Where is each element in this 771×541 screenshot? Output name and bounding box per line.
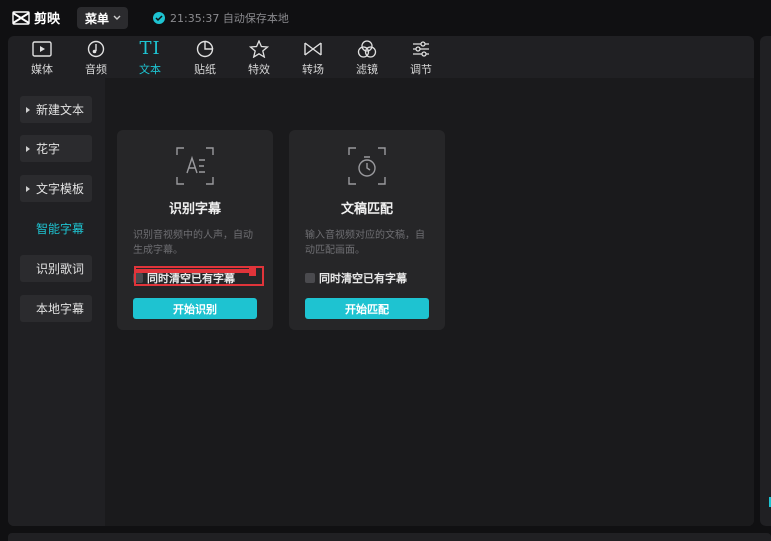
- menu-button[interactable]: 菜单: [77, 7, 128, 29]
- smart-subtitle-content: 识别字幕 识别音视频中的人声，自动生成字幕。 同时清空已有字幕 开始识别 文稿匹…: [105, 78, 754, 526]
- sidebar-item-recognize-lyrics[interactable]: 识别歌词: [20, 255, 92, 282]
- expand-arrow-icon: [26, 106, 30, 113]
- autosave-status: 21:35:37 自动保存本地: [153, 10, 289, 26]
- filter-icon: [357, 40, 377, 58]
- card-title: 文稿匹配: [340, 202, 393, 217]
- chevron-down-icon: [113, 15, 121, 20]
- card-description: 识别音视频中的人声，自动生成字幕。: [133, 230, 253, 256]
- option-label: 同时清空已有字幕: [319, 272, 407, 285]
- text-sidebar: 新建文本 花字 文字模板 智能字幕 识别歌词 本地字幕: [8, 78, 106, 526]
- tab-filter[interactable]: 滤镜: [341, 38, 393, 78]
- sidebar-item-label: 本地字幕: [36, 302, 85, 316]
- tab-effects[interactable]: 特效: [233, 38, 285, 78]
- effects-icon: [249, 40, 269, 58]
- sidebar-item-label: 文字模板: [36, 182, 85, 196]
- tab-audio[interactable]: 音频: [70, 38, 122, 78]
- checkbox[interactable]: [305, 273, 315, 283]
- transition-icon: [304, 42, 322, 56]
- card-title: 识别字幕: [168, 202, 221, 217]
- annotation-highlight-box: [134, 266, 264, 286]
- clear-existing-option[interactable]: 同时清空已有字幕: [305, 270, 407, 286]
- tab-text[interactable]: TI 文本: [124, 38, 176, 78]
- tab-transition-label: 转场: [302, 63, 324, 76]
- sticker-icon: [196, 40, 214, 58]
- adjust-icon: [413, 41, 429, 57]
- capcut-logo-icon: [12, 10, 30, 25]
- tab-sticker-label: 贴纸: [194, 63, 216, 76]
- sidebar-item-smart-subtitle[interactable]: 智能字幕: [20, 215, 92, 242]
- check-circle-icon: [153, 12, 165, 24]
- app-name: 剪映: [34, 12, 61, 27]
- menu-label: 菜单: [85, 11, 110, 26]
- tab-audio-label: 音频: [85, 63, 107, 76]
- card-text-match: 文稿匹配 输入音视频对应的文稿，自动匹配画面。 同时清空已有字幕 开始匹配: [289, 130, 445, 330]
- text-match-icon: [348, 147, 386, 185]
- sidebar-item-fancy-text[interactable]: 花字: [20, 135, 92, 162]
- sidebar-item-label: 智能字幕: [36, 222, 85, 236]
- sidebar-item-text-template[interactable]: 文字模板: [20, 175, 92, 202]
- timeline-panel-edge: [8, 533, 771, 541]
- tab-media[interactable]: 媒体: [16, 38, 68, 78]
- sidebar-item-local-subtitle[interactable]: 本地字幕: [20, 295, 92, 322]
- speech-recognition-icon: [176, 147, 214, 185]
- tab-transition[interactable]: 转场: [287, 38, 339, 78]
- top-bar: 剪映 菜单 21:35:37 自动保存本地: [0, 0, 771, 36]
- start-recognize-button[interactable]: 开始识别: [133, 298, 257, 319]
- autosave-text: 21:35:37 自动保存本地: [170, 12, 289, 25]
- player-panel-edge: [760, 36, 771, 526]
- tab-sticker[interactable]: 贴纸: [179, 38, 231, 78]
- tab-adjust-label: 调节: [410, 63, 432, 76]
- expand-arrow-icon: [26, 145, 30, 152]
- app-logo: 剪映: [12, 8, 60, 27]
- media-icon: [32, 41, 52, 57]
- tab-text-label: 文本: [139, 63, 161, 76]
- category-tabs: 媒体 音频 TI 文本 贴纸 特效 转场 滤镜 调节: [8, 36, 754, 78]
- tab-filter-label: 滤镜: [356, 63, 378, 76]
- sidebar-item-label: 新建文本: [36, 103, 85, 117]
- card-description: 输入音视频对应的文稿，自动匹配画面。: [305, 230, 425, 256]
- text-icon: TI: [139, 38, 161, 59]
- material-panel: 媒体 音频 TI 文本 贴纸 特效 转场 滤镜 调节 新建文本 花字 文字模板 …: [8, 36, 754, 526]
- tab-adjust[interactable]: 调节: [395, 38, 447, 78]
- sidebar-item-label: 花字: [36, 142, 61, 156]
- card-recognize-subtitle: 识别字幕 识别音视频中的人声，自动生成字幕。 同时清空已有字幕 开始识别: [117, 130, 273, 330]
- expand-arrow-icon: [26, 185, 30, 192]
- sidebar-item-new-text[interactable]: 新建文本: [20, 96, 92, 123]
- tab-effects-label: 特效: [248, 63, 270, 76]
- start-match-button[interactable]: 开始匹配: [305, 298, 429, 319]
- audio-icon: [87, 40, 105, 58]
- sidebar-item-label: 识别歌词: [36, 262, 85, 276]
- tab-media-label: 媒体: [31, 63, 53, 76]
